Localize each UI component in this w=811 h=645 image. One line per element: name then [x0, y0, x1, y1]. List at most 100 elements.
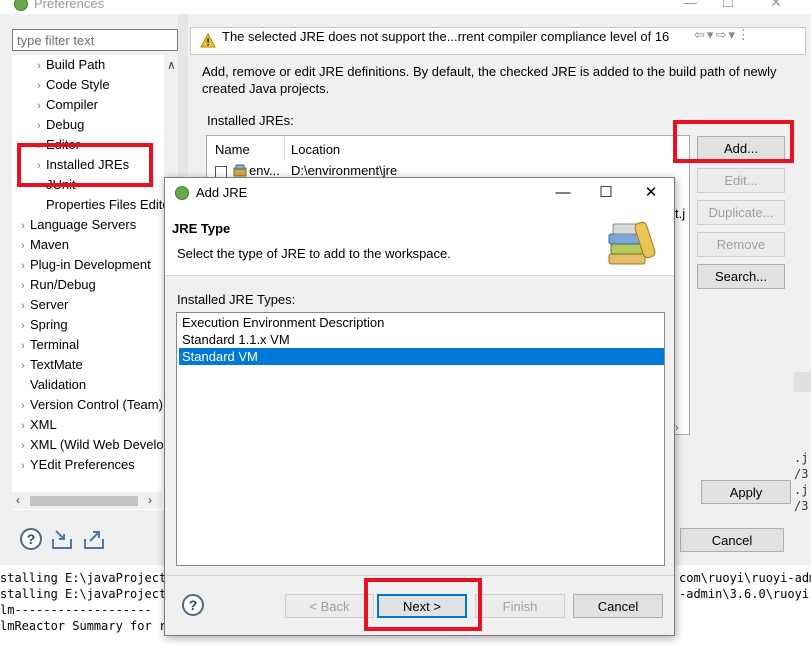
warning-icon [200, 33, 216, 48]
tree-item[interactable]: › XML [16, 415, 57, 435]
tree-item[interactable]: › Terminal [16, 335, 79, 355]
column-header-name[interactable]: Name [215, 142, 250, 157]
scroll-up-icon[interactable]: ∧ [167, 58, 176, 72]
tree-item[interactable]: Validation [16, 375, 86, 395]
cancel-dialog-button[interactable]: Cancel [573, 594, 663, 618]
tree-item[interactable]: › Code Style [32, 75, 109, 96]
expand-arrow-icon[interactable]: › [32, 96, 46, 116]
apply-button[interactable]: Apply [701, 480, 791, 504]
cancel-preferences-button[interactable]: Cancel [680, 528, 784, 552]
tree-item[interactable]: › Compiler [32, 95, 98, 115]
scroll-right-icon[interactable]: › [148, 493, 152, 507]
expand-arrow-icon[interactable]: › [16, 396, 30, 416]
page-description: Select the type of JRE to add to the wor… [177, 246, 451, 261]
tree-item[interactable]: › TextMate [16, 355, 83, 375]
expand-arrow-icon[interactable]: › [16, 456, 30, 476]
export-icon[interactable] [82, 527, 106, 551]
tree-item-label: Installed JREs [46, 157, 130, 172]
tree-item[interactable]: › Run/Debug [16, 275, 96, 295]
import-icon[interactable] [50, 527, 74, 551]
dialog-separator [165, 575, 674, 576]
preferences-titlebar: Preferences — ☐ ✕ [0, 0, 811, 14]
tree-item[interactable]: › Language Servers [16, 215, 136, 235]
minimize-icon[interactable]: — [680, 0, 700, 10]
maximize-icon[interactable]: ☐ [591, 181, 621, 205]
scroll-left-icon[interactable]: ‹ [16, 493, 20, 507]
tree-item-label: Terminal [30, 337, 80, 352]
tree-item[interactable]: › Maven [16, 235, 69, 255]
tree-item[interactable]: Properties Files Editor [32, 195, 164, 215]
expand-arrow-icon[interactable]: › [16, 256, 30, 276]
jre-type-list[interactable]: Execution Environment Description Standa… [176, 312, 665, 566]
tree-item[interactable]: › Spring [16, 315, 68, 336]
expand-arrow-icon[interactable]: › [32, 116, 46, 136]
dialog-header: JRE Type Select the type of JRE to add t… [165, 208, 674, 276]
expand-arrow-icon[interactable]: › [16, 216, 30, 236]
close-icon[interactable]: ✕ [766, 0, 786, 11]
tree-item[interactable]: › Editor [32, 135, 80, 155]
more-menu-icon[interactable]: ⋮ [737, 27, 752, 42]
dropdown-icon[interactable]: ▾ [728, 27, 737, 42]
console-line: lm------------------- [0, 603, 152, 617]
expand-arrow-icon[interactable]: › [32, 156, 46, 176]
window-title: Preferences [34, 0, 105, 11]
tree-item[interactable]: › YEdit Preferences [16, 455, 135, 475]
tree-item[interactable]: › Installed JREs [32, 155, 129, 175]
tree-item-label: Server [30, 297, 69, 312]
tree-item-label: Version Control (Team) [30, 397, 163, 412]
editor-fragment: /3 [794, 499, 809, 513]
expand-arrow-icon[interactable]: › [32, 136, 46, 156]
tree-item[interactable]: › Plug-in Development [16, 255, 151, 275]
expand-arrow-icon[interactable]: › [16, 416, 30, 436]
forward-nav-icon[interactable]: ⇨ [715, 27, 728, 42]
console-line: com\ruoyi\ruoyi-adm [679, 571, 811, 585]
expand-arrow-icon[interactable]: › [32, 76, 46, 96]
back-button[interactable]: < Back [285, 594, 374, 618]
back-nav-icon[interactable]: ⇦ [694, 27, 707, 42]
duplicate-jre-button[interactable]: Duplicate... [697, 200, 785, 225]
expand-arrow-icon[interactable]: › [16, 276, 30, 296]
tree-item-label: TextMate [30, 357, 83, 372]
jre-type-item-selected[interactable]: Standard VM [179, 348, 664, 365]
column-header-location[interactable]: Location [291, 142, 340, 157]
tree-item[interactable]: › Version Control (Team) [16, 395, 163, 415]
remove-jre-button[interactable]: Remove [697, 232, 785, 257]
next-button[interactable]: Next > [377, 594, 467, 618]
jre-type-item[interactable]: Execution Environment Description [179, 314, 664, 331]
maximize-icon[interactable]: ☐ [718, 0, 738, 11]
close-icon[interactable]: ✕ [636, 181, 666, 205]
tree-item[interactable]: › Server [16, 295, 68, 315]
expand-arrow-icon[interactable]: › [16, 336, 30, 356]
help-icon[interactable]: ? [182, 594, 204, 616]
expand-arrow-icon[interactable]: › [16, 296, 30, 316]
editor-fragment: .j [794, 483, 809, 497]
editor-fragment: .j [794, 451, 809, 465]
tree-item[interactable]: › Build Path [32, 55, 105, 75]
add-jre-button[interactable]: Add... [697, 136, 785, 161]
expand-arrow-icon[interactable]: › [16, 436, 30, 456]
tree-item[interactable]: ›XML (Wild Web Developer) [16, 435, 164, 455]
console-line: lmReactor Summary for ru [0, 619, 174, 633]
tree-item-label: Spring [30, 317, 68, 332]
jre-row-location[interactable]: D:\environment\jre [291, 163, 397, 178]
minimize-icon[interactable]: — [548, 181, 578, 205]
history-nav[interactable]: ⇦▾⇨▾⋮ [694, 27, 752, 43]
tree-horizontal-scrollbar[interactable]: ‹ › [12, 492, 162, 509]
table-scroll-right-icon[interactable]: › [675, 422, 679, 434]
expand-arrow-icon[interactable]: › [16, 356, 30, 376]
tree-item[interactable]: › Debug [32, 115, 84, 135]
search-jre-button[interactable]: Search... [697, 264, 785, 289]
expand-arrow-icon[interactable]: › [16, 236, 30, 256]
edit-jre-button[interactable]: Edit... [697, 168, 785, 193]
jre-row-name[interactable]: env... [249, 163, 280, 178]
finish-button[interactable]: Finish [475, 594, 565, 618]
tree-item-label: Properties Files Editor [46, 197, 164, 212]
expand-arrow-icon[interactable]: › [16, 316, 30, 336]
expand-arrow-icon[interactable]: › [32, 56, 46, 76]
filter-input[interactable] [12, 29, 178, 51]
scroll-thumb[interactable] [30, 496, 138, 506]
help-icon[interactable]: ? [20, 528, 42, 550]
tree-item-label: Debug [46, 117, 85, 132]
tree-item[interactable]: JUnit [32, 175, 76, 195]
jre-type-item[interactable]: Standard 1.1.x VM [179, 331, 664, 348]
